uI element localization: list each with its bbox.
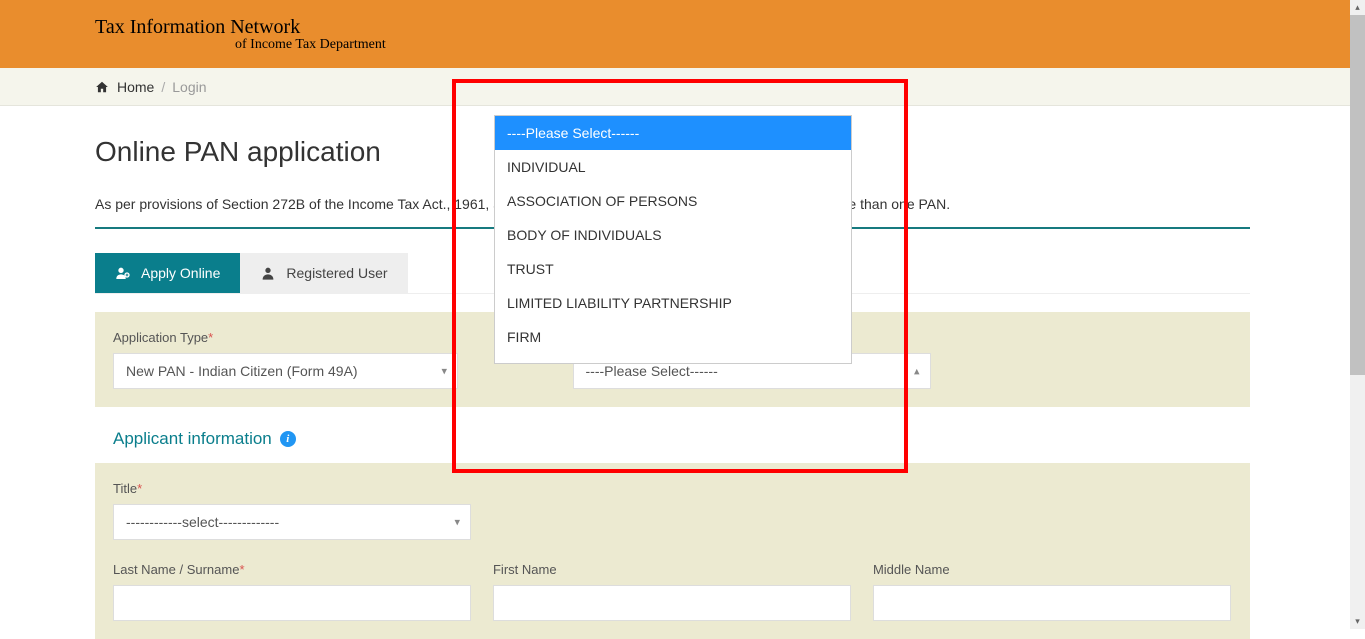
category-dropdown-list[interactable]: ----Please Select------INDIVIDUALASSOCIA…	[494, 115, 852, 364]
dropdown-option[interactable]: BODY OF INDIVIDUALS	[495, 218, 851, 252]
dropdown-option[interactable]: ----Please Select------	[495, 116, 851, 150]
tab-apply-online[interactable]: Apply Online	[95, 253, 240, 293]
applicant-info-panel: Title* ------------select------------- ▾…	[95, 463, 1250, 639]
header-bar: Tax Information Network of Income Tax De…	[0, 0, 1352, 68]
chevron-down-icon: ▾	[454, 516, 460, 529]
breadcrumb: Home / Login	[0, 68, 1352, 106]
firstname-input[interactable]	[493, 585, 851, 621]
breadcrumb-home-link[interactable]: Home	[117, 79, 154, 95]
dropdown-option[interactable]: INDIVIDUAL	[495, 150, 851, 184]
category-value: ----Please Select------	[586, 363, 718, 379]
home-icon	[95, 80, 109, 94]
application-type-select[interactable]: New PAN - Indian Citizen (Form 49A) ▾	[113, 353, 458, 389]
brand-title: Tax Information Network	[95, 15, 386, 39]
chevron-down-icon: ▾	[441, 365, 447, 378]
scroll-up-button[interactable]: ▴	[1350, 0, 1365, 15]
application-type-label: Application Type*	[113, 330, 551, 345]
title-label: Title*	[113, 481, 471, 496]
chevron-up-icon: ▴	[914, 365, 920, 378]
scroll-down-button[interactable]: ▾	[1350, 614, 1365, 629]
lastname-label: Last Name / Surname*	[113, 562, 471, 577]
section-applicant-label: Applicant information	[113, 429, 272, 449]
dropdown-option[interactable]: FIRM	[495, 320, 851, 354]
brand-subtitle: of Income Tax Department	[95, 37, 386, 54]
title-select[interactable]: ------------select------------- ▾	[113, 504, 471, 540]
application-type-value: New PAN - Indian Citizen (Form 49A)	[126, 363, 358, 379]
middlename-input[interactable]	[873, 585, 1231, 621]
title-value: ------------select-------------	[126, 514, 279, 530]
breadcrumb-current: Login	[172, 79, 206, 95]
middlename-label: Middle Name	[873, 562, 1231, 577]
lastname-input[interactable]	[113, 585, 471, 621]
dropdown-option[interactable]: ASSOCIATION OF PERSONS	[495, 184, 851, 218]
page-scrollbar[interactable]: ▴ ▾	[1350, 0, 1365, 629]
person-plus-icon	[115, 265, 131, 281]
person-icon	[260, 265, 276, 281]
section-applicant-info: Applicant information i	[113, 429, 1250, 449]
info-icon[interactable]: i	[280, 431, 296, 447]
brand-block: Tax Information Network of Income Tax De…	[95, 15, 386, 54]
tab-registered-label: Registered User	[286, 265, 387, 281]
tab-apply-label: Apply Online	[141, 265, 220, 281]
tab-registered-user[interactable]: Registered User	[240, 253, 407, 293]
dropdown-option[interactable]: GOVERNMENT	[495, 354, 851, 363]
scrollbar-thumb[interactable]	[1350, 15, 1365, 375]
firstname-label: First Name	[493, 562, 851, 577]
dropdown-option[interactable]: TRUST	[495, 252, 851, 286]
dropdown-option[interactable]: LIMITED LIABILITY PARTNERSHIP	[495, 286, 851, 320]
breadcrumb-separator: /	[161, 79, 165, 95]
